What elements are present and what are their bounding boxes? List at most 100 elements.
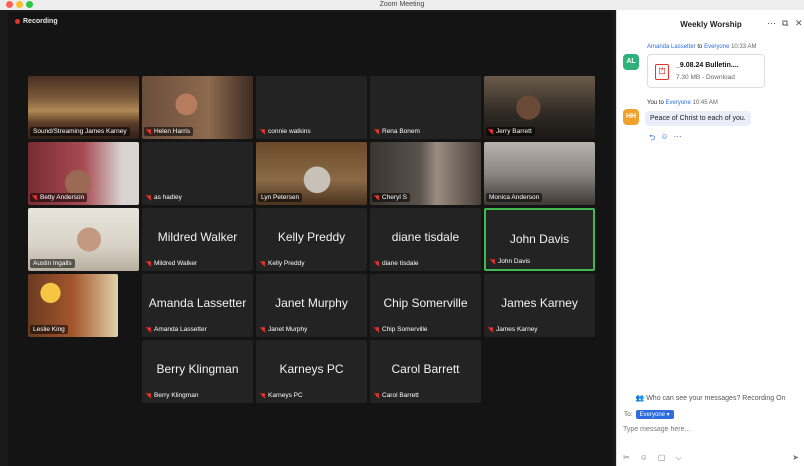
- participant-name-label: John Davis: [488, 257, 533, 266]
- participant-tile[interactable]: Jerry Barrett: [484, 76, 595, 139]
- participant-tile[interactable]: Monica Anderson: [484, 142, 595, 205]
- participant-tile[interactable]: Betty Anderson: [28, 142, 139, 205]
- participant-name-label: diane tisdale: [372, 259, 422, 268]
- participant-name-label: Janet Murphy: [258, 325, 310, 334]
- participant-tile[interactable]: Mildred Walker Mildred Walker: [142, 208, 253, 271]
- participant-name-label: Rena Bonem: [372, 127, 423, 136]
- file-icon[interactable]: ▢: [658, 453, 666, 463]
- participant-display-name: diane tisdale: [391, 230, 460, 244]
- participant-name-label: Mildred Walker: [144, 259, 200, 268]
- participant-tile[interactable]: James Karney James Karney: [484, 274, 595, 337]
- participant-tile[interactable]: John Davis John Davis: [484, 208, 595, 271]
- more-icon[interactable]: ⋯: [674, 132, 682, 146]
- muted-mic-icon: [261, 326, 266, 333]
- video-gallery: Recording Sound/Streaming James Karney He…: [8, 12, 613, 466]
- emoji-icon[interactable]: ☺: [640, 453, 648, 463]
- muted-mic-icon: [147, 326, 152, 333]
- participant-tile[interactable]: Sound/Streaming James Karney: [28, 76, 139, 139]
- participant-name: Betty Anderson: [40, 194, 85, 201]
- participant-tile[interactable]: Cheryl S: [370, 142, 481, 205]
- participant-tile[interactable]: Karneys PC Karneys PC: [256, 340, 367, 403]
- muted-mic-icon: [147, 260, 152, 267]
- sender-name[interactable]: Amanda Lassetter: [647, 44, 696, 50]
- reply-icon[interactable]: ⮌: [649, 132, 655, 146]
- participant-name-label: Amanda Lassetter: [144, 325, 210, 334]
- muted-mic-icon: [489, 326, 494, 333]
- muted-mic-icon: [491, 258, 496, 265]
- recipient-dropdown[interactable]: Everyone ▾: [635, 410, 674, 419]
- participant-name-label: James Karney: [486, 325, 541, 334]
- participant-name-label: as hadley: [144, 193, 185, 202]
- participant-name: Kelly Preddy: [268, 260, 305, 267]
- participant-name: Cheryl S: [382, 194, 407, 201]
- participant-name: James Karney: [496, 326, 538, 333]
- participant-display-name: Carol Barrett: [391, 362, 460, 376]
- participant-tile[interactable]: Amanda Lassetter Amanda Lassetter: [142, 274, 253, 337]
- participant-name-label: Jerry Barrett: [486, 127, 535, 136]
- participant-name: Rena Bonem: [382, 128, 420, 135]
- participant-name-label: connie watkins: [258, 127, 314, 136]
- screenshot-icon[interactable]: ✂: [623, 453, 630, 463]
- chat-toolbar: ✂ ☺ ▢ ⌵ ➤: [623, 453, 799, 463]
- participant-tile[interactable]: Chip Somerville Chip Somerville: [370, 274, 481, 337]
- muted-mic-icon: [489, 128, 494, 135]
- chat-header: Weekly Worship ⋯ ⧉ ✕: [617, 10, 804, 36]
- more-icon[interactable]: ⌵: [675, 453, 681, 463]
- participant-tile[interactable]: Leslie King: [28, 274, 118, 337]
- participant-tile[interactable]: Austin Ingalls: [28, 208, 139, 271]
- participant-tile[interactable]: Kelly Preddy Kelly Preddy: [256, 208, 367, 271]
- participant-display-name: Kelly Preddy: [277, 230, 346, 244]
- participant-name-label: Cheryl S: [372, 193, 410, 202]
- muted-mic-icon: [261, 392, 266, 399]
- participant-name-label: Betty Anderson: [30, 193, 88, 202]
- participant-tile[interactable]: connie watkins: [256, 76, 367, 139]
- file-attachment[interactable]: ⏍ _9.08.24 Bulletin.... 7.30 MB - Downlo…: [647, 54, 765, 88]
- privacy-note[interactable]: 👥 Who can see your messages? Recording O…: [617, 394, 804, 402]
- file-download-link[interactable]: 7.30 MB - Download: [676, 74, 735, 81]
- muted-mic-icon: [375, 260, 380, 267]
- participant-tile[interactable]: Rena Bonem: [370, 76, 481, 139]
- muted-mic-icon: [261, 128, 266, 135]
- participant-tile[interactable]: Janet Murphy Janet Murphy: [256, 274, 367, 337]
- muted-mic-icon: [147, 194, 152, 201]
- message-meta: Amanda Lassetter to Everyone 10:33 AM: [647, 44, 757, 50]
- participant-name: Leslie King: [33, 326, 65, 333]
- title-bar: Zoom Meeting: [0, 0, 804, 10]
- participant-tile[interactable]: Berry Klingman Berry Klingman: [142, 340, 253, 403]
- participant-name-label: Kelly Preddy: [258, 259, 308, 268]
- recipient-name[interactable]: Everyone: [704, 44, 729, 50]
- people-icon: 👥: [635, 395, 645, 402]
- participant-name: Berry Klingman: [154, 392, 199, 399]
- chat-panel: Weekly Worship ⋯ ⧉ ✕ AL Amanda Lassetter…: [616, 10, 804, 466]
- more-icon[interactable]: ⋯: [767, 18, 776, 29]
- participant-name: Lyn Petersen: [261, 194, 300, 201]
- participant-tile[interactable]: diane tisdale diane tisdale: [370, 208, 481, 271]
- muted-mic-icon: [375, 194, 380, 201]
- emoji-reaction-icon[interactable]: ☺: [660, 132, 668, 146]
- pdf-icon: ⏍: [655, 64, 669, 80]
- close-icon[interactable]: ✕: [795, 18, 803, 29]
- message-meta: You to Everyone 10:45 AM: [647, 100, 718, 106]
- participant-tile[interactable]: Carol Barrett Carol Barrett: [370, 340, 481, 403]
- participant-name: Karneys PC: [268, 392, 303, 399]
- participant-name: Helen Harris: [154, 128, 191, 135]
- recording-label: Recording: [23, 18, 58, 25]
- participant-name-label: Sound/Streaming James Karney: [30, 127, 130, 136]
- muted-mic-icon: [375, 392, 380, 399]
- popout-icon[interactable]: ⧉: [782, 18, 788, 29]
- participant-tile[interactable]: Helen Harris: [142, 76, 253, 139]
- muted-mic-icon: [375, 326, 380, 333]
- muted-mic-icon: [147, 128, 152, 135]
- participant-name: Carol Barrett: [382, 392, 419, 399]
- avatar: AL: [623, 54, 639, 70]
- participant-name-label: Monica Anderson: [486, 193, 543, 202]
- participant-name-label: Helen Harris: [144, 127, 194, 136]
- message-input[interactable]: [623, 423, 799, 435]
- send-icon[interactable]: ➤: [792, 453, 799, 462]
- participant-display-name: Mildred Walker: [157, 230, 238, 244]
- recipient-name[interactable]: Everyone: [665, 100, 690, 106]
- participant-tile[interactable]: as hadley: [142, 142, 253, 205]
- participant-name: Monica Anderson: [489, 194, 540, 201]
- participant-tile[interactable]: Lyn Petersen: [256, 142, 367, 205]
- participant-display-name: James Karney: [501, 296, 578, 310]
